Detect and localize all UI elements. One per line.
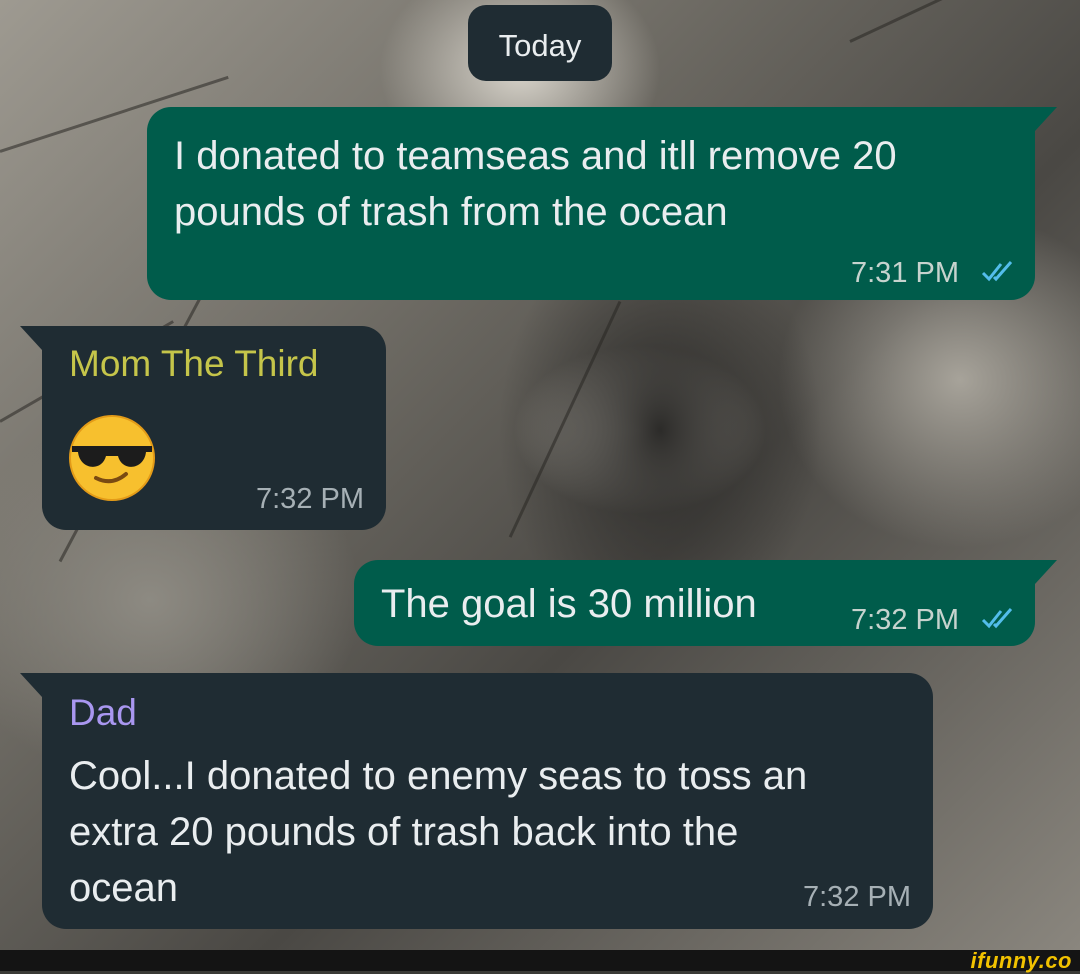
outgoing-message-bubble[interactable]: The goal is 30 million 7:32 PM	[354, 560, 1057, 646]
incoming-message-bubble[interactable]: Dad Cool...I donated to enemy seas to to…	[20, 673, 933, 929]
message-time: 7:32 PM	[803, 881, 911, 913]
read-double-check-icon	[981, 608, 1013, 629]
bubble-tail	[1035, 107, 1057, 131]
message-text: Cool...I donated to enemy seas to toss a…	[69, 754, 808, 910]
message-time: 7:32 PM	[256, 483, 364, 515]
bubble-tail	[20, 673, 42, 697]
incoming-message-bubble[interactable]: Mom The Third 7:32 PM	[20, 326, 386, 530]
smiling-face-with-sunglasses-emoji	[69, 415, 155, 501]
message-time: 7:32 PM	[851, 604, 959, 636]
outgoing-message-bubble[interactable]: I donated to teamseas and itll remove 20…	[147, 107, 1057, 300]
read-double-check-icon	[981, 261, 1013, 282]
sender-name: Mom The Third	[69, 343, 319, 384]
message-time: 7:31 PM	[851, 257, 959, 289]
sender-name: Dad	[69, 692, 137, 733]
message-text: The goal is 30 million	[381, 582, 757, 626]
bubble-tail	[20, 326, 42, 350]
bubble-tail	[1035, 560, 1057, 584]
date-divider: Today	[468, 5, 612, 81]
message-text: I donated to teamseas and itll remove 20…	[174, 134, 897, 234]
watermark-bar: ifunny.co	[0, 948, 1080, 973]
ifunny-watermark: ifunny.co	[970, 948, 1072, 973]
